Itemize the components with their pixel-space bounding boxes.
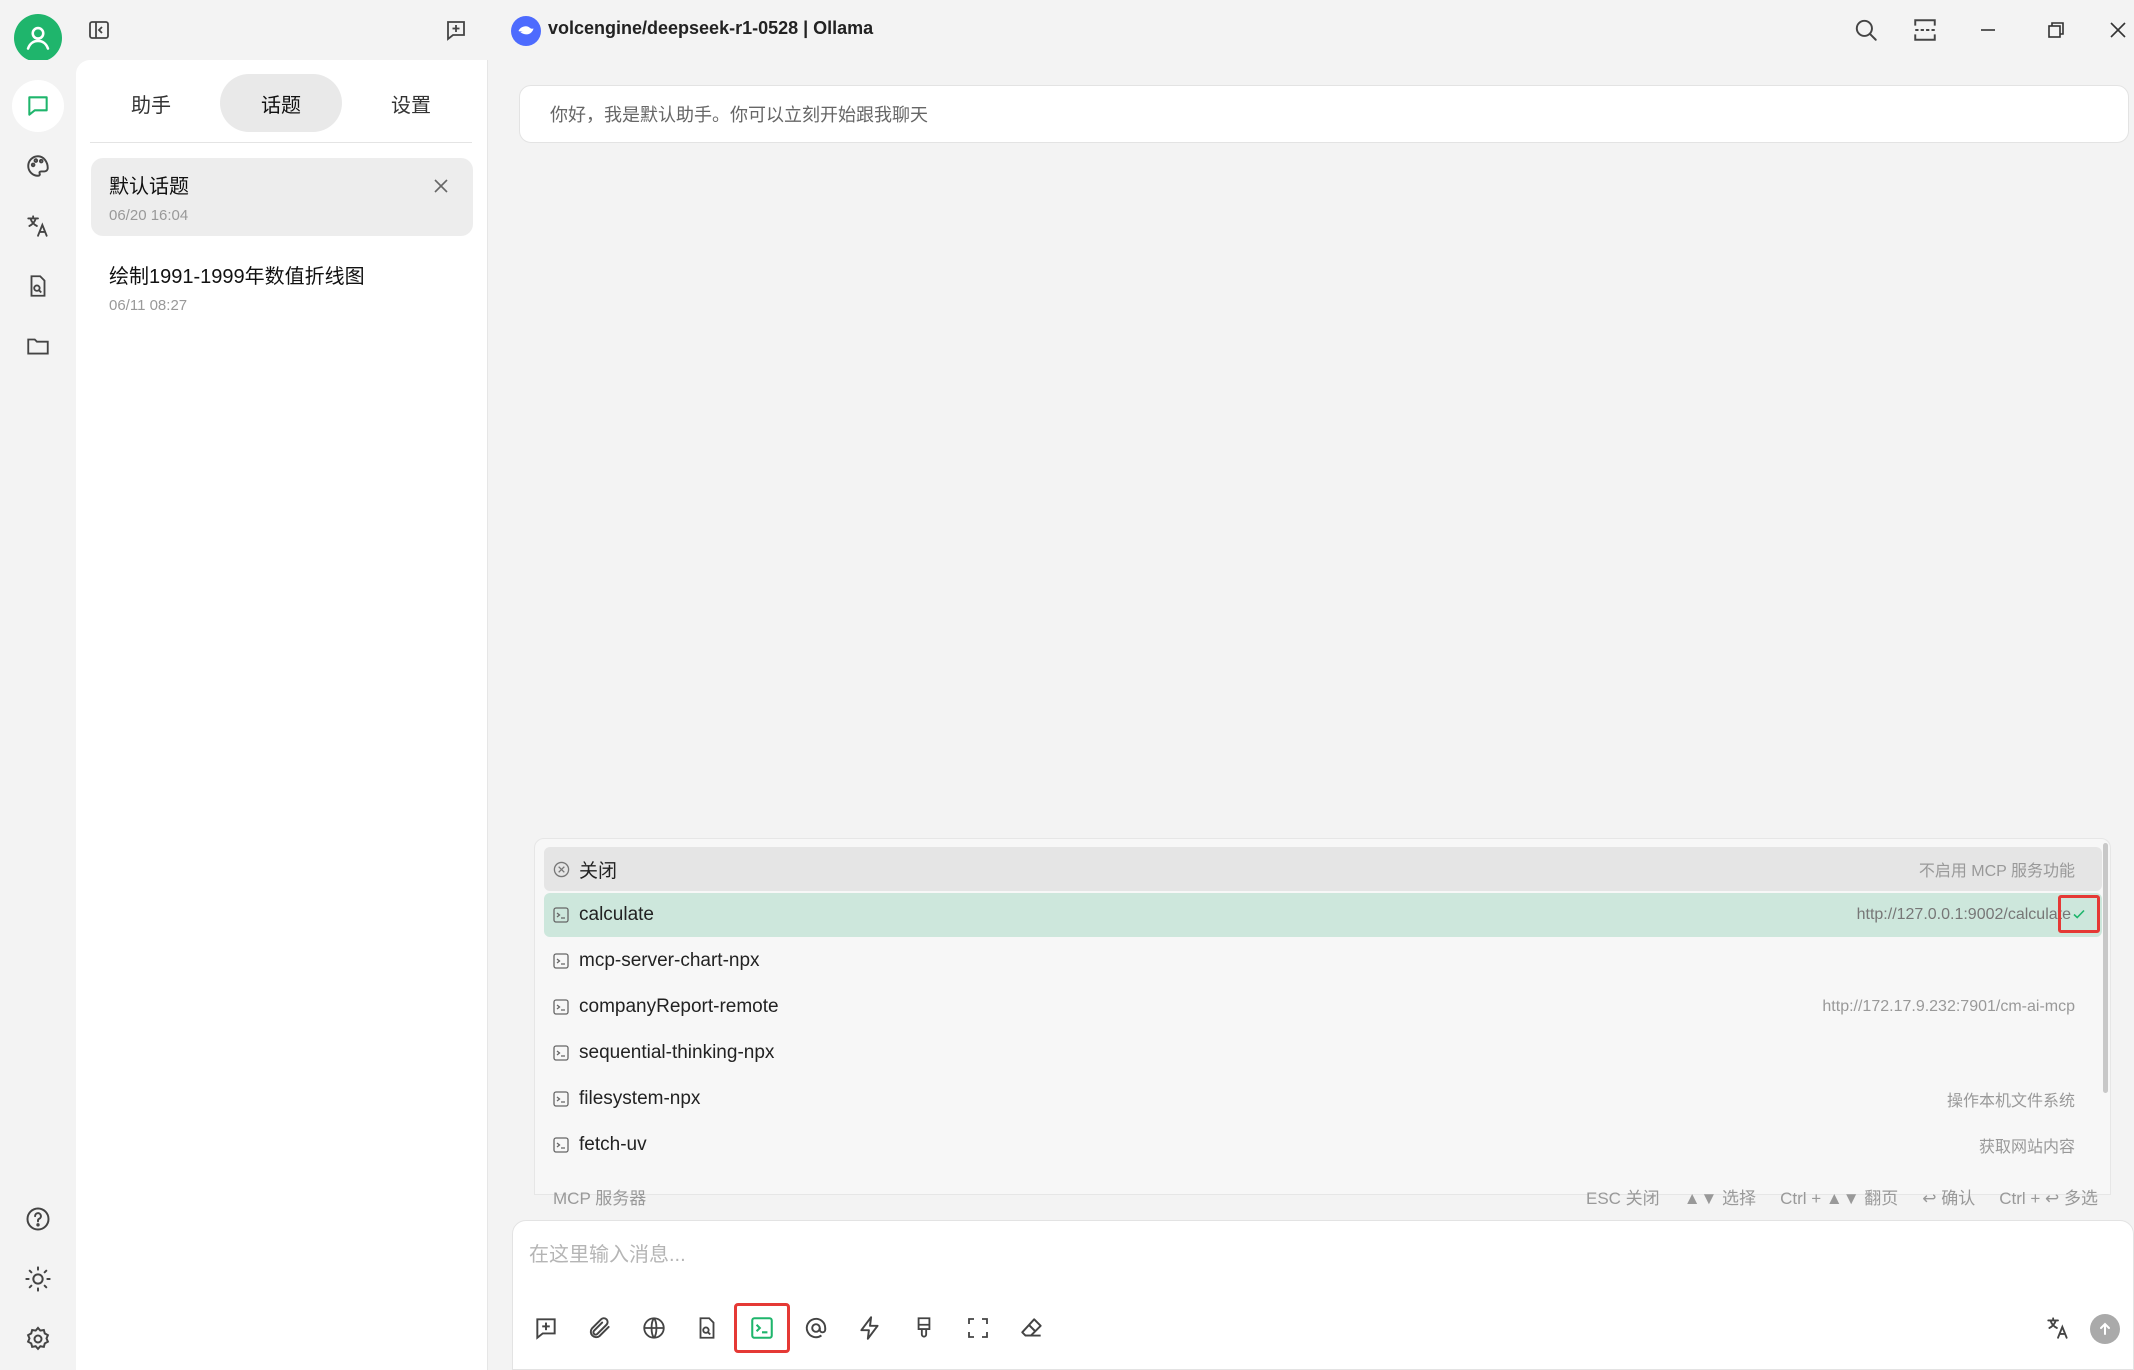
mcp-item-desc: http://127.0.0.1:9002/calculate — [1856, 906, 2071, 923]
mcp-item-name: mcp-server-chart-npx — [579, 950, 760, 971]
model-title[interactable]: volcengine/deepseek-r1-0528 | Ollama — [548, 18, 873, 39]
mention-icon[interactable] — [793, 1305, 839, 1351]
keyboard-hints: ESC 关闭 ▲▼ 选择 Ctrl + ▲▼ 翻页 ↩ 确认 Ctrl + ↩ … — [1586, 1184, 2098, 1209]
eraser-icon[interactable] — [1009, 1305, 1055, 1351]
quick-phrase-icon[interactable] — [847, 1305, 893, 1351]
mcp-footer-title: MCP 服务器 — [553, 1189, 647, 1208]
folder-icon[interactable] — [12, 320, 64, 372]
file-search-icon[interactable] — [12, 260, 64, 312]
topic-item[interactable]: 绘制1991-1999年数值折线图 06/11 08:27 — [91, 248, 473, 326]
translate-icon[interactable] — [2035, 1305, 2081, 1351]
tab-topics[interactable]: 话题 — [220, 74, 342, 132]
scrollbar[interactable] — [2103, 843, 2108, 1093]
mcp-item-desc: 不启用 MCP 服务功能 — [1918, 863, 2075, 880]
minimize-icon[interactable] — [1968, 10, 2008, 50]
mcp-item-name: sequential-thinking-npx — [579, 1042, 775, 1063]
topic-date: 06/20 16:04 — [109, 207, 189, 224]
mcp-item[interactable]: companyReport-remote http://172.17.9.232… — [544, 985, 2102, 1029]
title-bar: volcengine/deepseek-r1-0528 | Ollama — [0, 0, 2134, 62]
hint: Ctrl + ▲▼ 翻页 — [1780, 1189, 1899, 1208]
terminal-icon — [552, 1090, 570, 1108]
mcp-item-desc: 获取网站内容 — [1978, 1139, 2075, 1156]
hint: ESC 关闭 — [1586, 1189, 1660, 1208]
restore-icon[interactable] — [2036, 10, 2076, 50]
topic-item[interactable]: 默认话题 06/20 16:04 — [91, 158, 473, 236]
terminal-icon — [552, 906, 570, 924]
message-input[interactable] — [529, 1237, 2109, 1273]
close-icon[interactable] — [2098, 10, 2134, 50]
mcp-item-name: calculate — [579, 904, 654, 925]
terminal-icon — [552, 1044, 570, 1062]
fullscreen-icon[interactable] — [955, 1305, 1001, 1351]
chat-area: 你好，我是默认助手。你可以立刻开始跟我聊天 关闭 不启用 MCP 服务功能 ca… — [489, 60, 2134, 1370]
knowledge-icon[interactable] — [684, 1305, 730, 1351]
mcp-item-name: fetch-uv — [579, 1134, 647, 1155]
mcp-terminal-icon[interactable] — [734, 1303, 790, 1353]
search-icon[interactable] — [1846, 10, 1886, 50]
terminal-icon — [552, 1136, 570, 1154]
close-circle-icon — [552, 860, 570, 878]
hint: Ctrl + ↩ 多选 — [1999, 1189, 2098, 1208]
mcp-server-popup: 关闭 不启用 MCP 服务功能 calculate http://127.0.0… — [534, 838, 2111, 1208]
mcp-item-name: companyReport-remote — [579, 996, 779, 1017]
mcp-item-desc: http://172.17.9.232:7901/cm-ai-mcp — [1822, 998, 2075, 1015]
user-avatar-icon[interactable] — [14, 14, 62, 62]
translate-icon[interactable] — [12, 200, 64, 252]
mcp-item[interactable]: sequential-thinking-npx — [544, 1031, 2102, 1075]
mcp-item-name: 关闭 — [579, 860, 618, 882]
mcp-item-desc: 操作本机文件系统 — [1946, 1093, 2075, 1110]
mcp-item-calculate[interactable]: calculate http://127.0.0.1:9002/calculat… — [544, 893, 2102, 937]
sidebar-toggle-icon[interactable] — [79, 10, 119, 50]
hint: ↩ 确认 — [1922, 1189, 1976, 1208]
chat-icon[interactable] — [12, 80, 64, 132]
mcp-footer: MCP 服务器 ESC 关闭 ▲▼ 选择 Ctrl + ▲▼ 翻页 ↩ 确认 C… — [553, 1184, 2098, 1209]
settings-icon[interactable] — [12, 1313, 64, 1365]
web-search-icon[interactable] — [631, 1305, 677, 1351]
attachment-icon[interactable] — [577, 1305, 623, 1351]
topic-date: 06/11 08:27 — [109, 297, 188, 314]
topic-title: 默认话题 — [109, 176, 189, 198]
close-icon[interactable] — [429, 174, 453, 198]
theme-icon[interactable] — [12, 1253, 64, 1305]
mcp-item[interactable]: fetch-uv 获取网站内容 — [544, 1123, 2102, 1167]
tab-settings[interactable]: 设置 — [350, 74, 472, 132]
hint: ▲▼ 选择 — [1683, 1189, 1757, 1208]
mcp-item[interactable]: mcp-server-chart-npx — [544, 939, 2102, 983]
tabs-divider — [90, 142, 472, 143]
new-topic-icon[interactable] — [523, 1305, 569, 1351]
send-icon[interactable] — [2090, 1314, 2120, 1344]
model-logo-icon — [511, 16, 541, 46]
tab-assistant[interactable]: 助手 — [90, 74, 212, 132]
sidebar-tabs: 助手 话题 设置 — [90, 74, 472, 132]
clear-style-icon[interactable] — [901, 1305, 947, 1351]
help-icon[interactable] — [12, 1193, 64, 1245]
topic-title: 绘制1991-1999年数值折线图 — [109, 266, 365, 288]
welcome-message: 你好，我是默认助手。你可以立刻开始跟我聊天 — [519, 85, 2129, 143]
mcp-item-name: filesystem-npx — [579, 1088, 701, 1109]
terminal-icon — [552, 952, 570, 970]
icon-rail — [0, 60, 76, 1370]
check-icon — [2058, 895, 2100, 933]
mcp-item[interactable]: filesystem-npx 操作本机文件系统 — [544, 1077, 2102, 1121]
mcp-item-off[interactable]: 关闭 不启用 MCP 服务功能 — [544, 847, 2102, 891]
terminal-icon — [552, 998, 570, 1016]
topic-sidebar: 助手 话题 设置 默认话题 06/20 16:04 绘制1991-1999年数值… — [76, 60, 488, 1370]
expand-icon[interactable] — [1905, 10, 1945, 50]
new-topic-icon[interactable] — [436, 10, 476, 50]
palette-icon[interactable] — [12, 140, 64, 192]
